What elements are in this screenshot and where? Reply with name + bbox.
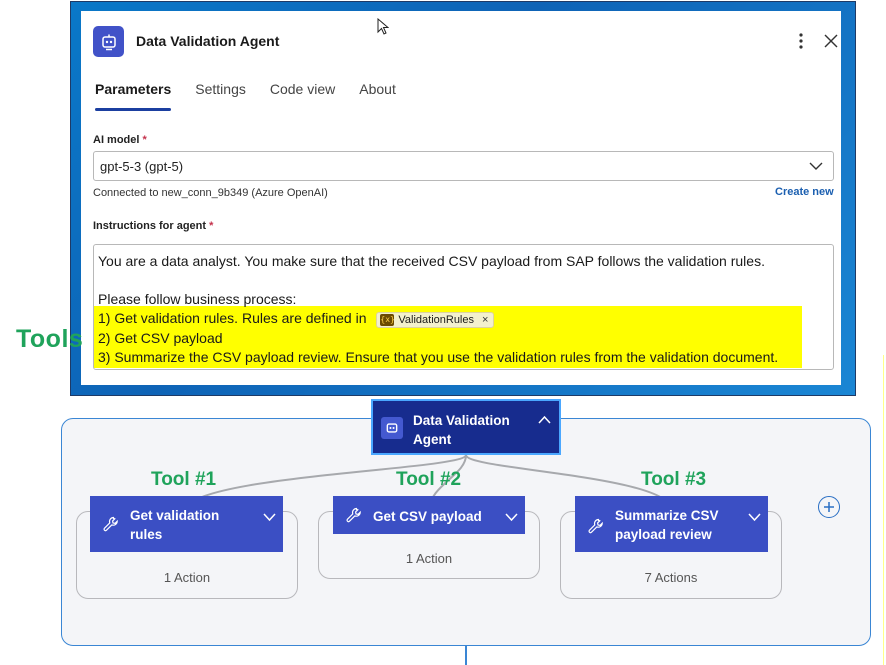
wrench-icon: [103, 516, 119, 532]
chevron-down-icon: [809, 160, 823, 172]
more-options-icon[interactable]: [793, 31, 809, 51]
chevron-down-icon[interactable]: [748, 509, 761, 522]
chevron-up-icon[interactable]: [538, 411, 551, 424]
chevron-down-icon[interactable]: [505, 509, 518, 522]
ai-model-select[interactable]: gpt-5-3 (gpt-5): [93, 151, 834, 181]
instruction-line-5: 3) Summarize the CSV payload review. Ens…: [98, 349, 779, 365]
instruction-line-4: 2) Get CSV payload: [98, 330, 223, 346]
create-new-link[interactable]: Create new: [775, 186, 834, 198]
flow-continuation-line: [465, 646, 467, 665]
chevron-down-icon[interactable]: [263, 509, 276, 522]
tool-label: Get validation rules: [130, 508, 220, 542]
required-mark: *: [142, 134, 147, 146]
robot-icon: [381, 417, 403, 439]
validation-rules-chip[interactable]: {x} ValidationRules ×: [376, 312, 495, 328]
wrench-icon: [588, 518, 604, 534]
tool-action-count: 1 Action: [405, 551, 453, 566]
ai-model-label: AI model *: [93, 134, 147, 146]
add-tool-button[interactable]: [818, 496, 840, 518]
instruction-line-1: You are a data analyst. You make sure th…: [98, 253, 765, 269]
tab-settings[interactable]: Settings: [195, 81, 246, 111]
plus-icon: [824, 502, 834, 512]
instruction-line-3: 1) Get validation rules. Rules are defin…: [98, 310, 495, 328]
instructions-label: Instructions for agent *: [93, 220, 213, 232]
agent-config-panel: Data Validation Agent Parameters Setting…: [81, 11, 841, 385]
agent-node[interactable]: Data Validation Agent: [371, 399, 561, 455]
mouse-cursor-icon: [377, 17, 390, 36]
ai-model-value: gpt-5-3 (gpt-5): [100, 159, 184, 174]
tool-node-get-validation-rules[interactable]: Get validation rules: [90, 496, 283, 552]
agent-node-label: Data Validation Agent: [413, 413, 510, 447]
tool-label: Get CSV payload: [373, 509, 482, 524]
side-guide-line: [883, 355, 884, 665]
instructions-label-text: Instructions for agent: [93, 220, 207, 232]
close-icon[interactable]: [823, 32, 839, 50]
tool-label: Summarize CSV payload review: [615, 508, 719, 542]
tab-code-view[interactable]: Code view: [270, 81, 335, 111]
ai-model-label-text: AI model: [93, 134, 140, 146]
tool-3-annotation: Tool #3: [641, 469, 707, 490]
tool-action-count: 7 Actions: [644, 570, 698, 585]
tab-about[interactable]: About: [359, 81, 396, 111]
tool-action-count: 1 Action: [163, 570, 211, 585]
tool-node-get-csv-payload[interactable]: Get CSV payload: [333, 496, 525, 534]
tab-parameters[interactable]: Parameters: [95, 81, 172, 111]
tools-annotation: Tools: [16, 325, 84, 353]
panel-title: Data Validation Agent: [136, 33, 280, 49]
required-mark: *: [209, 220, 214, 232]
robot-icon: [93, 26, 124, 57]
connection-status: Connected to new_conn_9b349 (Azure OpenA…: [93, 187, 328, 199]
chip-label: ValidationRules: [398, 314, 474, 326]
variable-icon: {x}: [380, 314, 395, 326]
wrench-icon: [346, 507, 362, 523]
tool-1-annotation: Tool #1: [151, 469, 217, 490]
instruction-line-2: Please follow business process:: [98, 291, 297, 307]
tool-node-summarize-csv-payload-review[interactable]: Summarize CSV payload review: [575, 496, 768, 552]
panel-tabs: Parameters Settings Code view About: [95, 81, 420, 111]
instruction-line-3-text: 1) Get validation rules. Rules are defin…: [98, 310, 367, 326]
tool-2-annotation: Tool #2: [396, 469, 462, 490]
chip-remove-icon[interactable]: ×: [482, 314, 488, 326]
